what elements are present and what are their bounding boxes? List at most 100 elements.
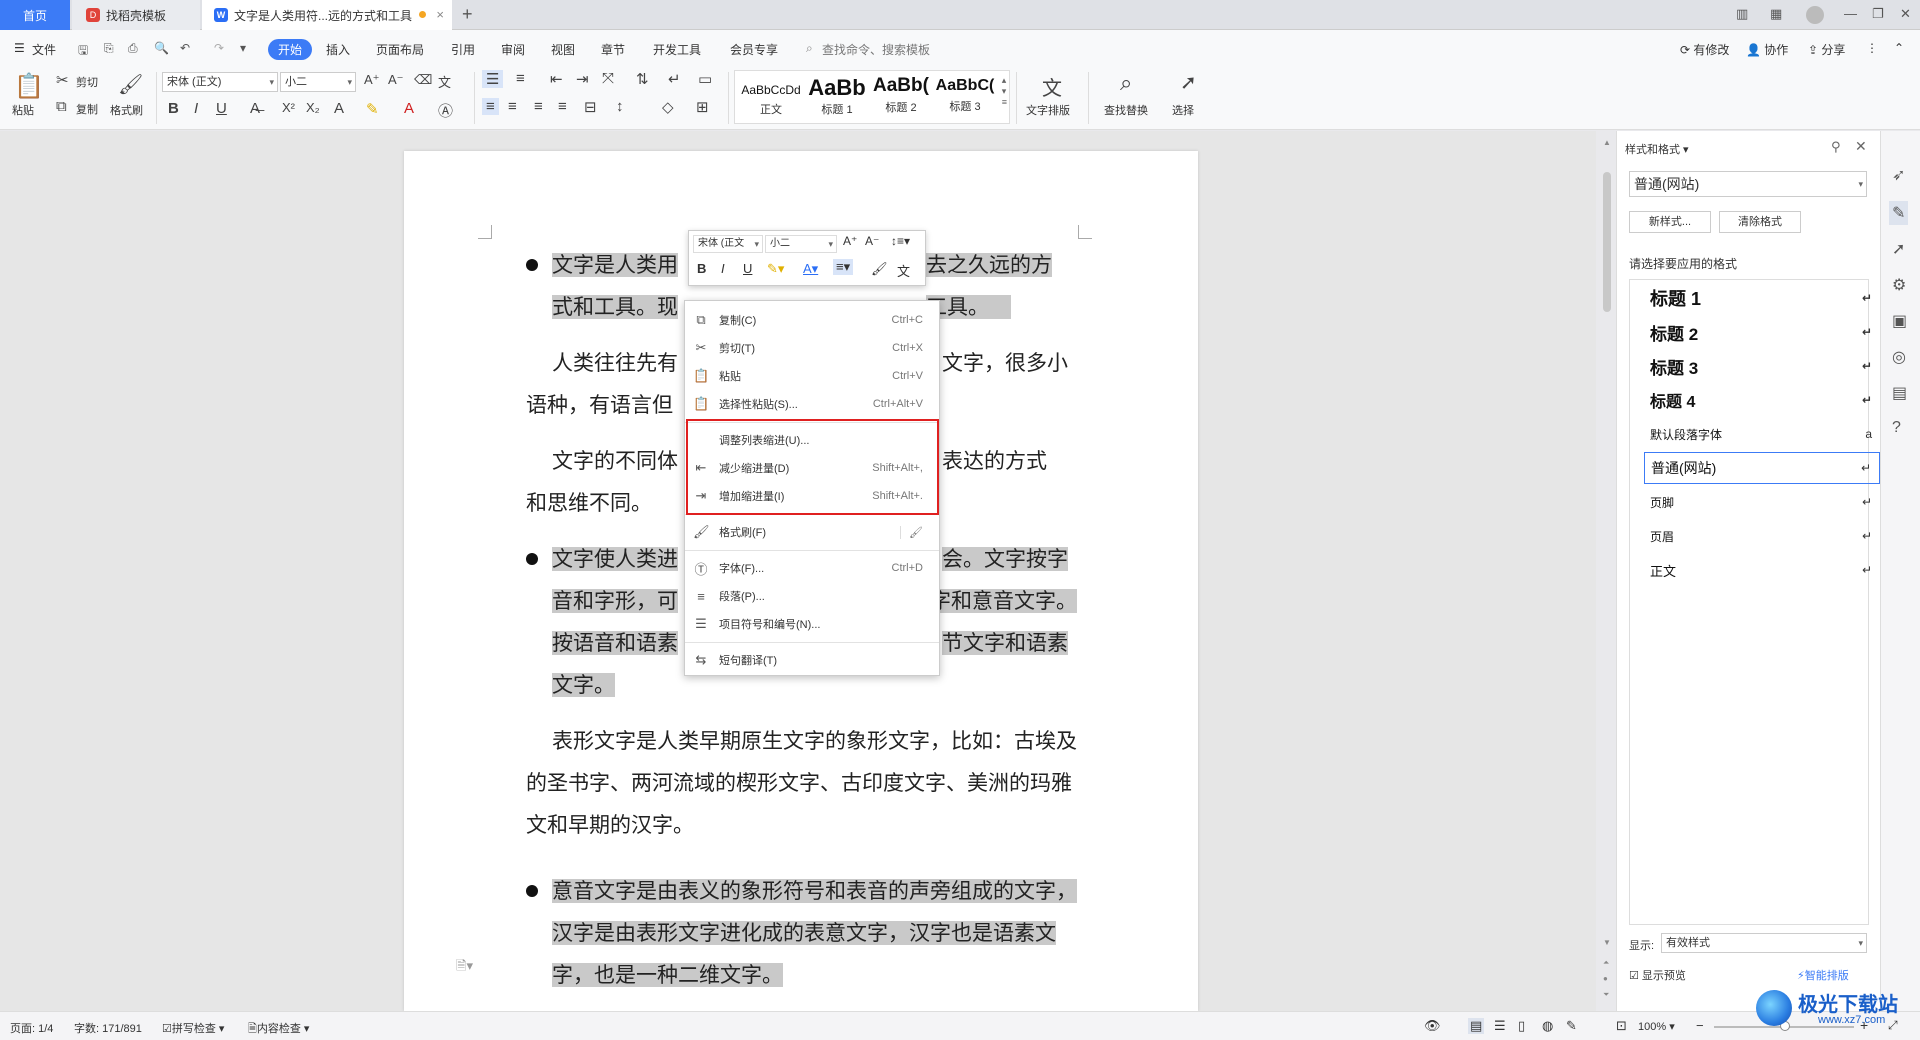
mini-align-icon[interactable]: ≡▾ (833, 259, 854, 275)
content-check-toggle[interactable]: 🗎内容检查 ▾ (248, 1020, 309, 1039)
read-view-icon[interactable]: ▯ (1518, 1018, 1525, 1034)
pen-view-icon[interactable]: ✎ (1566, 1018, 1577, 1034)
more-icon[interactable]: ⋮ (1866, 41, 1878, 55)
sort-icon[interactable]: ⇅ (636, 70, 649, 88)
font-color-icon[interactable]: A (404, 100, 414, 117)
menu-chapter[interactable]: 章节 (601, 41, 625, 58)
share-button[interactable]: ⇪ 分享 (1808, 41, 1845, 58)
bold-icon[interactable]: B (168, 100, 179, 117)
table-border-icon[interactable]: ▭ (698, 70, 712, 88)
find-replace-icon[interactable]: ⌕ (1120, 70, 1132, 96)
mini-line-spacing-icon[interactable]: ↕≡▾ (891, 234, 910, 248)
align-left-icon[interactable]: ≡ (482, 98, 499, 115)
subscript-icon[interactable]: X₂ (306, 100, 320, 115)
style-list-item[interactable]: 标题 2 ↵ (1644, 316, 1880, 348)
smart-layout-link[interactable]: ⚡智能排版 (1797, 967, 1849, 983)
highlight-icon[interactable]: ✎ (366, 100, 379, 118)
menu-start[interactable]: 开始 (268, 39, 313, 60)
style-list-item-selected[interactable]: 普通(网站) ↵ (1644, 452, 1880, 484)
menu-item-translate[interactable]: ⇆ 短句翻译(T) (685, 647, 939, 673)
select-cursor-icon[interactable]: ➚ (1180, 70, 1197, 95)
paste-icon[interactable]: 📋 (14, 72, 44, 101)
hamburger-icon[interactable]: ☰ (14, 41, 25, 55)
scroll-up-icon[interactable]: ▲ (1603, 138, 1611, 147)
font-family-select[interactable]: 宋体 (正文) (162, 72, 278, 92)
more-quick-icon[interactable]: ▾ (240, 41, 246, 55)
mini-highlight-icon[interactable]: ✎▾ (767, 261, 784, 277)
save-icon[interactable]: 🖫 (78, 41, 88, 62)
decrease-indent-icon[interactable]: ⇤ (550, 70, 563, 88)
scroll-thumb[interactable] (1603, 172, 1611, 312)
copy-icon[interactable]: ⧉ (56, 98, 67, 115)
underline-icon[interactable]: U (216, 100, 227, 117)
spell-check-toggle[interactable]: ☑拼写检查 ▾ (162, 1020, 224, 1036)
collapse-ribbon-icon[interactable]: ⌃ (1894, 41, 1904, 55)
pin-icon[interactable]: ⚲ (1831, 139, 1841, 155)
chinese-layout-icon[interactable]: ⤧ (602, 70, 614, 87)
settings-sliders-icon[interactable]: ⚙ (1892, 275, 1906, 295)
char-border-icon[interactable]: Ⓐ (438, 100, 453, 121)
menu-item-copy[interactable]: ⧉ 复制(C) Ctrl+C (685, 307, 939, 333)
menu-file[interactable]: 文件 (32, 41, 56, 58)
style-heading-1[interactable]: AaBb 标题 1 (805, 75, 869, 117)
superscript-icon[interactable]: X² (282, 100, 295, 115)
menu-view[interactable]: 视图 (551, 41, 575, 58)
justify-icon[interactable]: ≡ (558, 98, 567, 115)
tab-document[interactable]: W 文字是人类用符...远的方式和工具 × (202, 0, 452, 30)
italic-icon[interactable]: I (194, 100, 198, 117)
menu-review[interactable]: 审阅 (501, 41, 525, 58)
modified-button[interactable]: ⟳ 有修改 (1680, 41, 1729, 58)
web-view-icon[interactable]: ◍ (1542, 1018, 1553, 1034)
apps-grid-icon[interactable]: ▦ (1770, 6, 1782, 22)
show-marks-icon[interactable]: ↵ (668, 70, 681, 88)
align-right-icon[interactable]: ≡ (534, 98, 543, 115)
find-replace-label[interactable]: 查找替换 (1104, 102, 1148, 118)
new-tab-button[interactable]: + (462, 4, 473, 25)
next-page-icon[interactable]: ⏷ (1603, 990, 1609, 1000)
page-view-icon[interactable]: ▤ (1468, 1018, 1485, 1034)
close-tab-icon[interactable]: × (436, 7, 444, 22)
grow-font-icon[interactable]: A⁺ (364, 72, 380, 88)
style-list-item[interactable]: 页眉 ↵ (1644, 520, 1880, 552)
export-pdf-icon[interactable]: ⎘ (104, 41, 114, 56)
mini-grow-font-icon[interactable]: A⁺ (843, 234, 857, 248)
bullet-list-icon[interactable]: ☰ (482, 70, 504, 88)
borders-icon[interactable]: ⊞ (696, 98, 709, 116)
menu-member[interactable]: 会员专享 (730, 41, 778, 58)
style-normal[interactable]: AaBbCcDd 正文 (739, 75, 803, 117)
tab-templates[interactable]: D 找稻壳模板 (72, 0, 200, 30)
style-list-item[interactable]: 默认段落字体 a (1644, 418, 1880, 450)
clear-format-icon[interactable]: ⌫ (414, 72, 432, 88)
menu-item-font[interactable]: Ⓣ 字体(F)... Ctrl+D (685, 555, 939, 581)
copy-label[interactable]: 复制 (76, 101, 98, 117)
close-panel-icon[interactable]: ✕ (1855, 138, 1867, 155)
mini-font-select[interactable]: 宋体 (正文 (693, 235, 763, 253)
gallery-scroll-icon[interactable]: ▴ ▾ ≡ (1002, 75, 1007, 107)
undo-icon[interactable]: ↶ (180, 41, 190, 55)
book-icon[interactable]: ▤ (1892, 383, 1907, 403)
mini-font-color-icon[interactable]: A▾ (803, 261, 818, 277)
panel-title[interactable]: 样式和格式 ▾ (1625, 141, 1689, 157)
word-count[interactable]: 字数: 171/891 (74, 1020, 142, 1036)
align-center-icon[interactable]: ≡ (508, 98, 517, 115)
clear-format-button[interactable]: 清除格式 (1719, 211, 1801, 233)
vertical-scrollbar[interactable]: ▲ ▼ ⏶ ● ⏷ (1600, 138, 1614, 1010)
minimize-icon[interactable]: — (1844, 6, 1857, 21)
page-options-icon[interactable]: 🗎▾ (456, 957, 473, 979)
redo-icon[interactable]: ↷ (214, 41, 224, 55)
style-list-item[interactable]: 标题 4 ↵ (1644, 384, 1880, 416)
format-painter-pin-icon[interactable]: 🖌 (900, 525, 923, 539)
prev-page-icon[interactable]: ⏶ (1603, 958, 1609, 968)
scroll-down-icon[interactable]: ▼ (1603, 938, 1611, 947)
command-search-input[interactable]: 查找命令、搜索模板 (822, 41, 930, 58)
cursor-icon[interactable]: ➚ (1892, 239, 1905, 259)
numbered-list-icon[interactable]: ≡ (516, 70, 525, 87)
mini-pinyin-icon[interactable]: 文 (897, 261, 910, 280)
mini-shrink-font-icon[interactable]: A⁻ (865, 234, 879, 248)
show-filter-select[interactable]: 有效样式 (1661, 933, 1867, 953)
strikethrough-icon[interactable]: A̶ (250, 100, 260, 117)
select-browse-icon[interactable]: ● (1603, 974, 1608, 983)
zoom-out-icon[interactable]: − (1696, 1018, 1704, 1033)
help-icon[interactable]: ? (1892, 419, 1901, 437)
menu-references[interactable]: 引用 (451, 41, 475, 58)
